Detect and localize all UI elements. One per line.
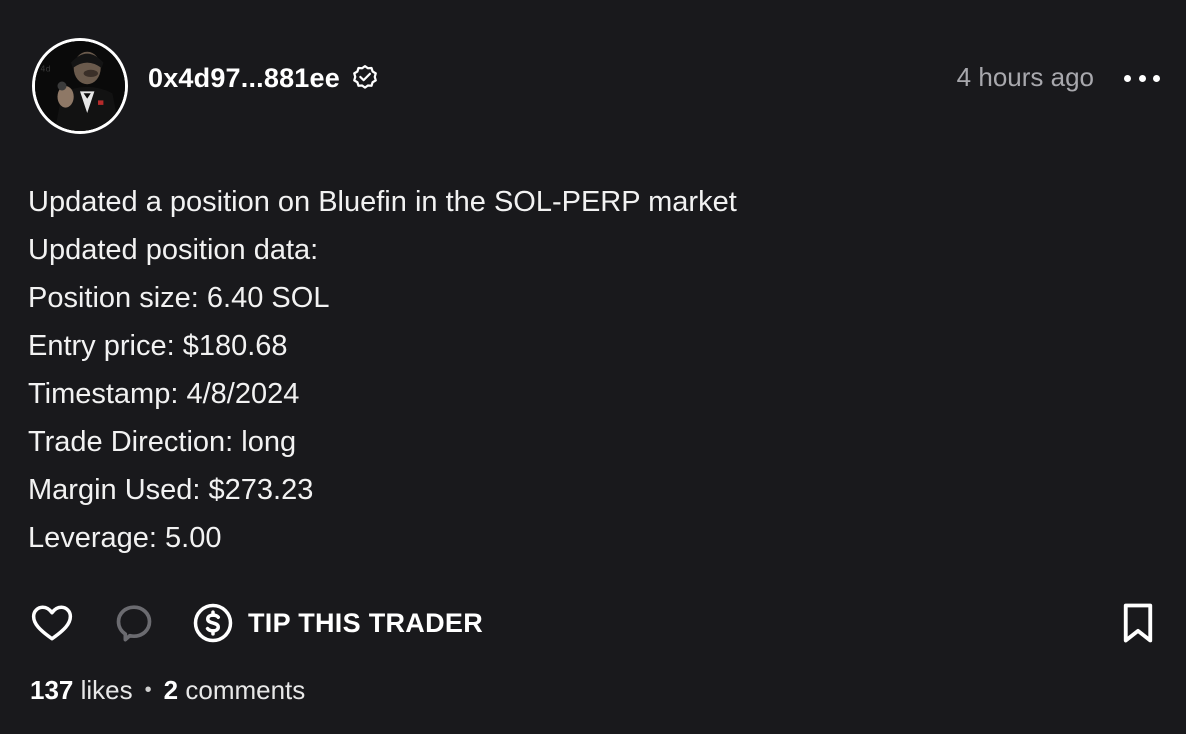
bookmark-icon xyxy=(1123,603,1153,643)
comments-count[interactable]: 2 comments xyxy=(164,675,306,706)
heart-icon xyxy=(31,605,73,641)
post-line-summary: Updated a position on Bluefin in the SOL… xyxy=(28,186,737,218)
bookmark-button[interactable] xyxy=(1118,601,1158,645)
svg-text:4d: 4d xyxy=(40,64,50,74)
more-options-icon[interactable] xyxy=(1124,66,1160,90)
post-line-margin-used: Margin Used: $273.23 xyxy=(28,474,314,506)
comments-number: 2 xyxy=(163,674,179,705)
feed-post: 4d 0x4d97...881ee 4 hours ago Updated a … xyxy=(0,0,1186,734)
author-header: 0x4d97...881ee xyxy=(148,60,380,96)
comment-button[interactable] xyxy=(112,601,156,645)
more-dot xyxy=(1138,74,1146,82)
like-button[interactable] xyxy=(30,601,74,645)
likes-number: 137 xyxy=(30,674,74,705)
dollar-circle-icon xyxy=(193,603,233,643)
tip-trader-button[interactable]: TIP THIS TRADER xyxy=(192,602,483,644)
more-dot xyxy=(1124,74,1131,82)
likes-label: likes xyxy=(80,674,133,705)
author-avatar[interactable]: 4d xyxy=(32,38,128,134)
post-actions: TIP THIS TRADER xyxy=(30,600,1158,646)
post-line-heading: Updated position data: xyxy=(28,234,319,266)
verified-badge-icon xyxy=(350,63,380,93)
author-name[interactable]: 0x4d97...881ee xyxy=(148,63,340,94)
post-line-timestamp: Timestamp: 4/8/2024 xyxy=(28,378,300,410)
comment-bubble-icon xyxy=(116,605,152,642)
post-stats: 137 likes • 2 comments xyxy=(30,672,305,708)
comments-label: comments xyxy=(185,674,306,705)
stats-separator: • xyxy=(144,678,152,701)
post-body: Updated a position on Bluefin in the SOL… xyxy=(28,178,737,562)
post-line-entry-price: Entry price: $180.68 xyxy=(28,330,288,362)
post-timestamp: 4 hours ago xyxy=(956,62,1094,92)
tip-trader-label: TIP THIS TRADER xyxy=(248,607,484,638)
likes-count[interactable]: 137 likes xyxy=(30,675,133,706)
post-line-leverage: Leverage: 5.00 xyxy=(28,522,222,554)
post-line-position-size: Position size: 6.40 SOL xyxy=(28,282,330,314)
avatar-image: 4d xyxy=(35,41,125,131)
more-dot xyxy=(1153,74,1160,82)
post-line-trade-direction: Trade Direction: long xyxy=(28,426,297,458)
